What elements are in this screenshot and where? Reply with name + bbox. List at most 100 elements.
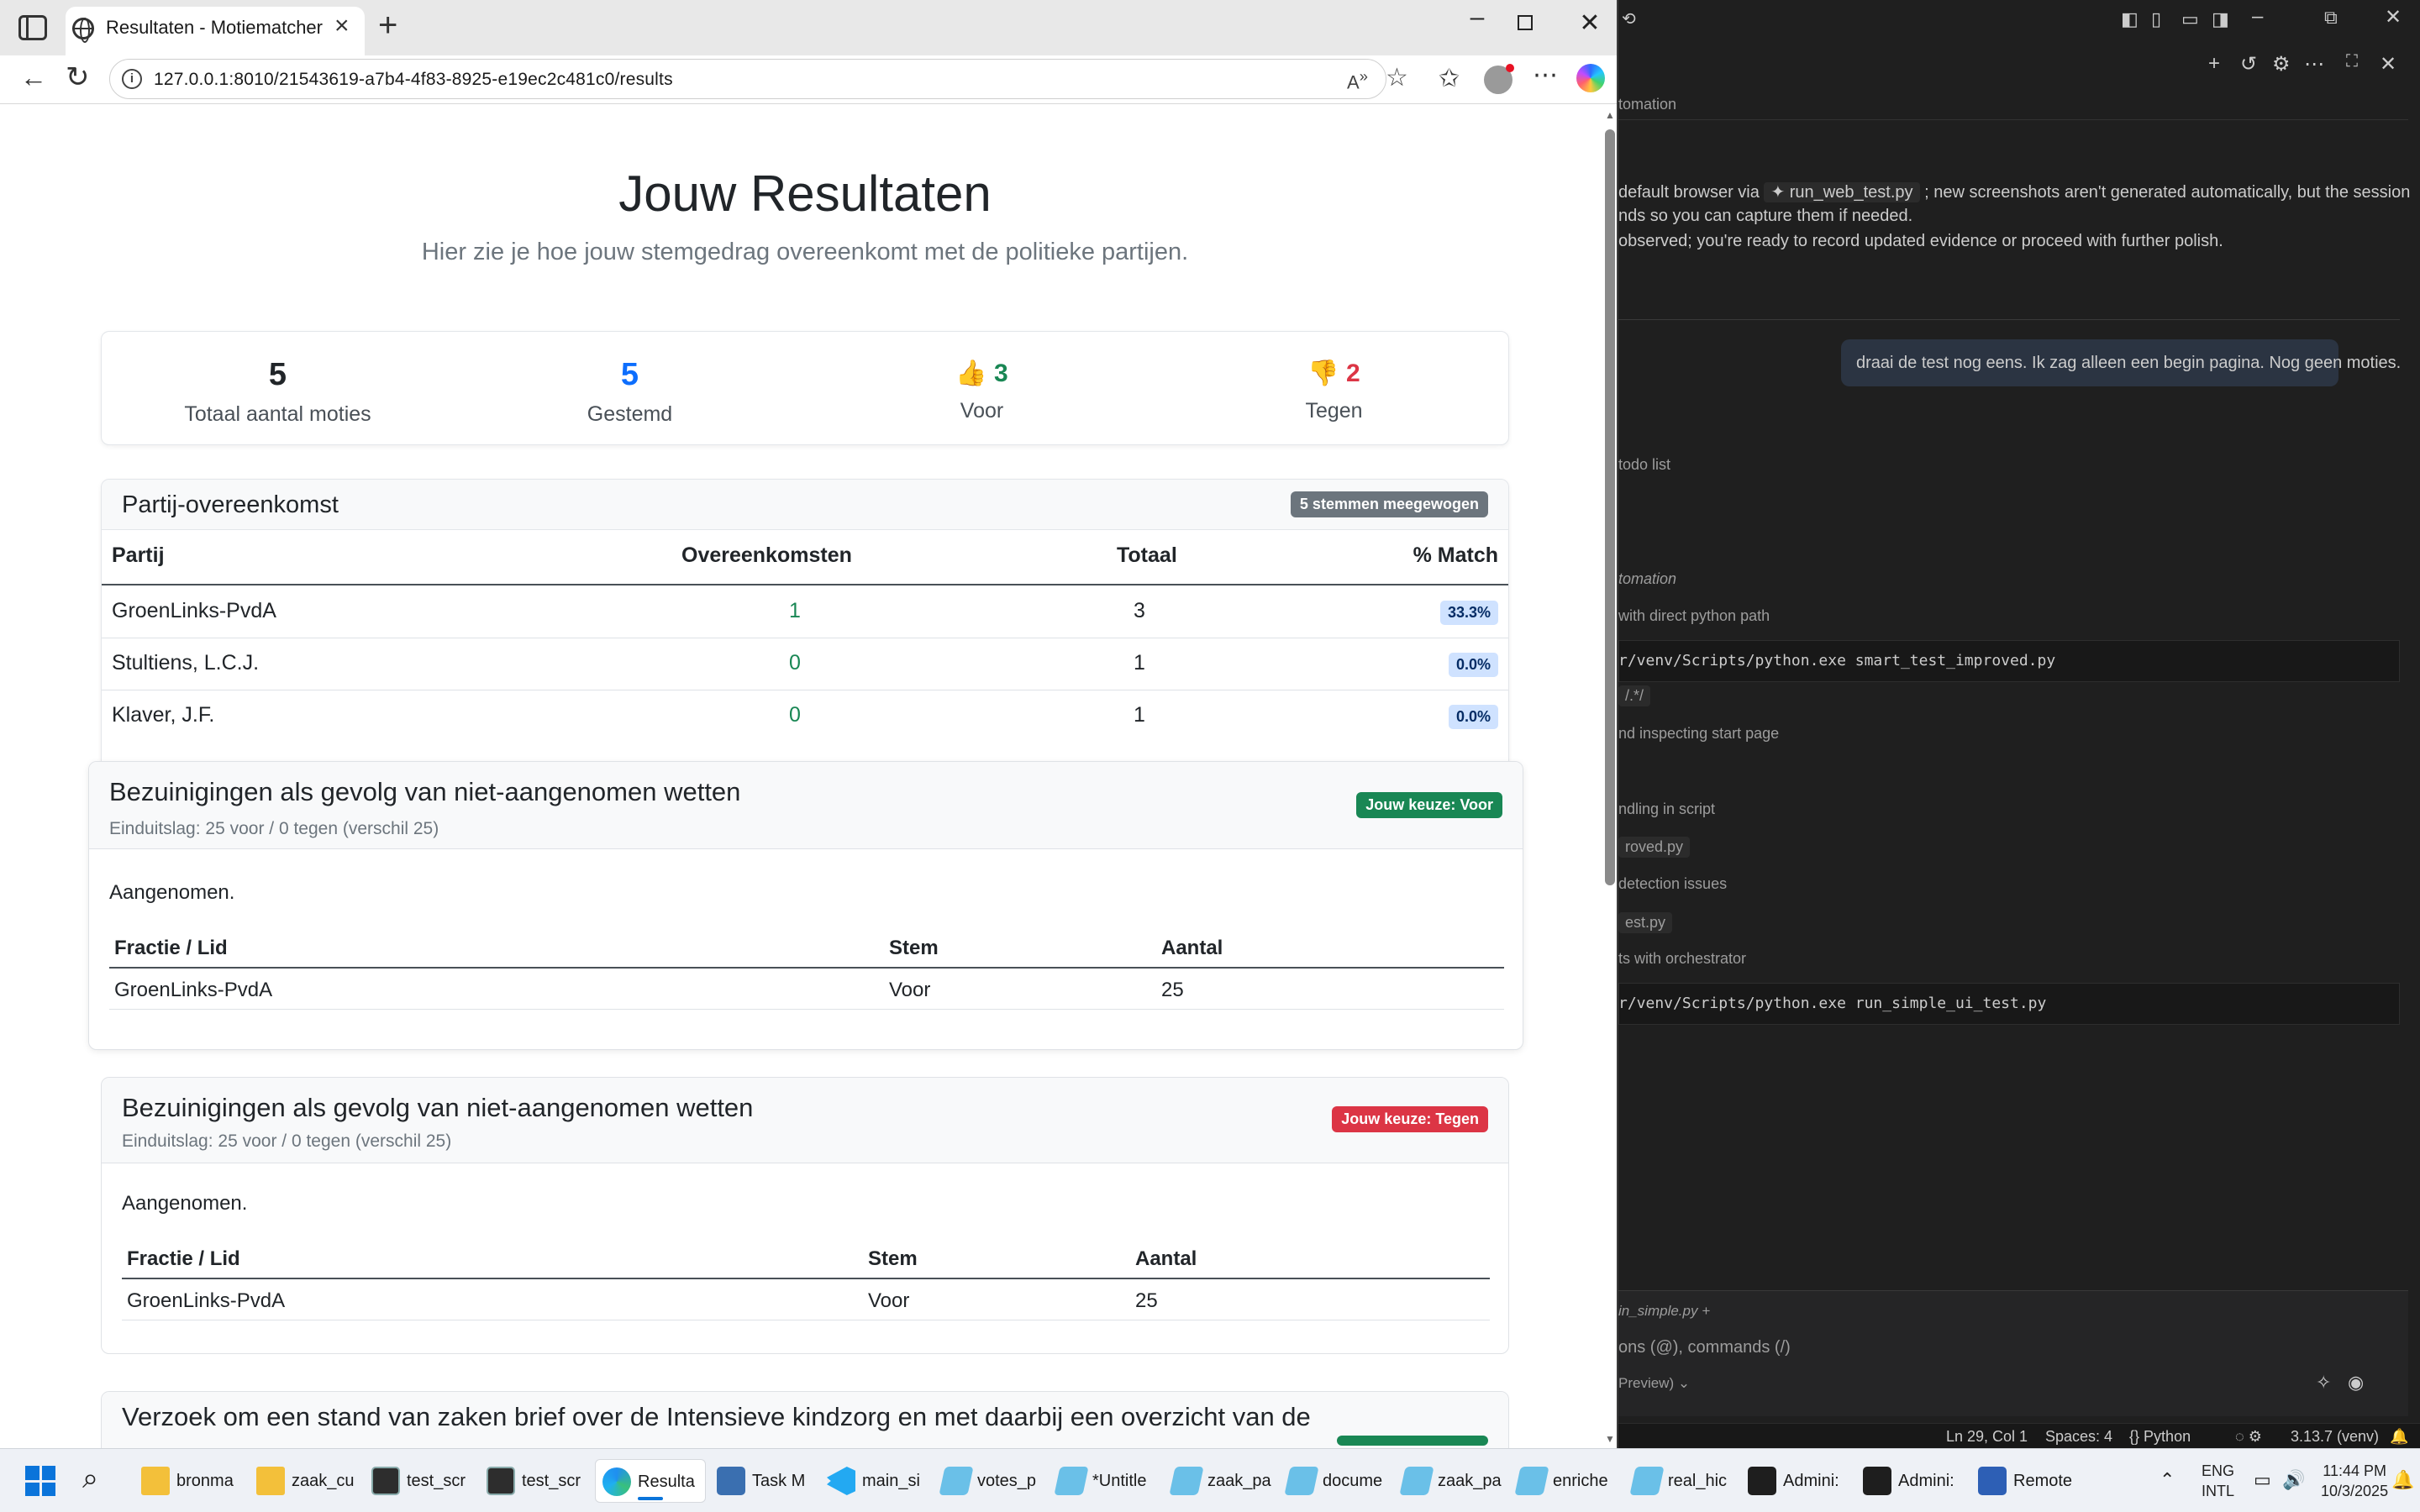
refresh-icon[interactable]: ⟲ [1622, 8, 1636, 29]
window-minimize-icon[interactable]: – [2252, 5, 2263, 29]
tools-icon[interactable]: ✧ [2316, 1372, 2331, 1394]
taskbar-item[interactable]: docume [1281, 1459, 1392, 1503]
folder-icon [256, 1467, 285, 1495]
taskbar-item[interactable]: *Untitle [1050, 1459, 1161, 1503]
vote-fractie: GroenLinks-PvdA [127, 1289, 286, 1312]
taskbar-item[interactable]: votes_p [935, 1459, 1046, 1503]
taskbar-item[interactable]: Task M [710, 1459, 821, 1503]
taskbar-item[interactable]: zaak_pa [1396, 1459, 1507, 1503]
chevron-down-icon[interactable]: ⌄ [1678, 1375, 1690, 1391]
address-bar[interactable]: i 127.0.0.1:8010/21543619-a7b4-4f83-8925… [109, 59, 1408, 99]
volume-icon[interactable]: 🔊 [2282, 1469, 2305, 1491]
window-close-icon[interactable]: ✕ [1573, 8, 1607, 38]
taskbar-item-active[interactable]: Resulta [595, 1459, 706, 1503]
stat-total: 5 Totaal aantal moties [102, 332, 454, 446]
party-matches: 1 [789, 599, 801, 622]
file-chip[interactable]: ✦ run_web_test.py [1764, 182, 1920, 202]
more-menu-icon[interactable]: ⋯ [1533, 60, 1558, 90]
choice-badge: Jouw keuze: Tegen [1332, 1106, 1488, 1132]
notepad-icon [939, 1467, 974, 1495]
notification-bell-icon[interactable]: 🔔 [2391, 1469, 2414, 1491]
window-restore-icon[interactable]: ⧉ [2324, 7, 2338, 29]
mode-select-label[interactable]: Preview) [1618, 1375, 1674, 1391]
favorites-icon[interactable]: ✩ [1439, 64, 1460, 93]
page-scrollbar[interactable]: ▲ ▼ [1600, 104, 1617, 1448]
status-python-version[interactable]: 3.13.7 (venv) [2291, 1428, 2379, 1446]
maximize-icon[interactable]: ⛶ [2346, 52, 2358, 71]
step-label: ndling in script [1618, 801, 1716, 817]
status-indentation[interactable]: Spaces: 4 [2045, 1428, 2112, 1446]
file-chip-label[interactable]: run_web_test.py [1790, 183, 1913, 202]
file-chip[interactable]: roved.py [1618, 837, 1691, 858]
file-chip[interactable]: est.py [1618, 912, 1673, 933]
taskbar-item[interactable]: zaak_cu [250, 1459, 360, 1503]
status-language-label[interactable]: Python [2144, 1428, 2191, 1445]
status-language[interactable]: {} Python [2129, 1428, 2191, 1446]
clock[interactable]: 11:44 PM 10/3/2025 [2321, 1461, 2388, 1501]
info-icon[interactable]: i [122, 69, 142, 89]
tray-chevron-icon[interactable]: ⌃ [2160, 1469, 2175, 1491]
new-chat-icon[interactable]: + [2208, 52, 2220, 76]
assistant-message-line: observed; you're ready to record updated… [1618, 232, 2223, 250]
tab-title: Resultaten - Motiematcher [106, 17, 323, 38]
chat-input-box[interactable]: in_simple.py + ons (@), commands (/) Pre… [1618, 1290, 2408, 1416]
window-close-icon[interactable]: ✕ [2385, 5, 2402, 29]
add-context-icon[interactable]: + [1702, 1303, 1710, 1319]
taskbar-item[interactable]: Admini: [1856, 1459, 1967, 1503]
scroll-down-icon[interactable]: ▼ [1605, 1433, 1615, 1445]
taskbar-item[interactable]: test_scr [365, 1459, 476, 1503]
status-cursor-position[interactable]: Ln 29, Col 1 [1946, 1428, 2028, 1446]
sidebar-toggle-icon[interactable]: ▯ [2151, 8, 2161, 30]
scrollbar-thumb[interactable] [1605, 129, 1615, 885]
mode-select[interactable]: Preview) ⌄ [1618, 1375, 1690, 1392]
layout-toggle-icon[interactable]: ◧ [2121, 8, 2139, 30]
network-icon[interactable]: ▭ [2254, 1469, 2271, 1491]
windows-start-icon[interactable] [25, 1466, 55, 1496]
taskbar-item[interactable]: Remote [1971, 1459, 2082, 1503]
party-name: Stultiens, L.C.J. [112, 651, 260, 675]
search-icon[interactable]: ⌕ [82, 1462, 98, 1495]
col-header-fractie: Fractie / Lid [114, 937, 228, 959]
vote-fractie: GroenLinks-PvdA [114, 979, 273, 1001]
url-text[interactable]: 127.0.0.1:8010/21543619-a7b4-4f83-8925-e… [154, 70, 673, 90]
chat-section-label: tomation [1618, 96, 1677, 113]
favorite-star-icon[interactable]: ☆ [1386, 63, 1408, 92]
tab-close-icon[interactable]: × [334, 12, 350, 40]
browser-toolbar: ← ↻ i 127.0.0.1:8010/21543619-a7b4-4f83-… [0, 55, 1617, 104]
bell-icon[interactable]: 🔔 [2390, 1428, 2408, 1446]
maximize-icon[interactable]: □ [1518, 15, 1533, 30]
taskbar-item[interactable]: Admini: [1741, 1459, 1852, 1503]
taskbar-item[interactable]: test_scr [480, 1459, 591, 1503]
panel-toggle-icon[interactable]: ▭ [2181, 8, 2199, 30]
close-icon[interactable]: ✕ [2380, 52, 2396, 76]
taskbar-item[interactable]: zaak_pa [1165, 1459, 1276, 1503]
copilot-icon[interactable]: . [1576, 64, 1605, 92]
reload-icon[interactable]: ↻ [66, 60, 90, 94]
col-header-matches: Overeenkomsten [681, 543, 852, 567]
more-icon[interactable]: ⋯ [2304, 52, 2324, 76]
taskbar-item[interactable]: main_si [820, 1459, 931, 1503]
minimize-icon[interactable]: – [1460, 3, 1494, 32]
chat-input-placeholder[interactable]: ons (@), commands (/) [1618, 1338, 1791, 1357]
context-file-label[interactable]: in_simple.py [1618, 1303, 1698, 1319]
send-icon[interactable]: ◉ [2348, 1372, 2364, 1394]
tab-actions-icon[interactable] [18, 15, 47, 40]
history-icon[interactable]: ↺ [2240, 52, 2257, 76]
gear-icon[interactable]: ⚙ [2272, 52, 2291, 76]
terminal-command[interactable]: r/venv/Scripts/python.exe run_simple_ui_… [1618, 995, 2046, 1012]
language-indicator[interactable]: ENG INTL [2202, 1461, 2234, 1501]
taskbar-item[interactable]: enriche [1511, 1459, 1622, 1503]
context-file-chip[interactable]: in_simple.py + [1618, 1303, 1710, 1320]
message-divider [1618, 319, 2400, 320]
new-tab-icon[interactable]: + [378, 7, 397, 45]
taskbar: ⌕ bronma zaak_cu test_scr test_scr Resul… [0, 1448, 2420, 1512]
secondary-sidebar-icon[interactable]: ◨ [2212, 8, 2229, 30]
back-arrow-icon[interactable]: ← [20, 62, 47, 93]
terminal-command[interactable]: r/venv/Scripts/python.exe smart_test_imp… [1618, 652, 2055, 669]
vote-stem: Voor [868, 1289, 910, 1312]
taskbar-item[interactable]: bronma [134, 1459, 245, 1503]
taskbar-item[interactable]: real_hic [1626, 1459, 1737, 1503]
pattern-chip[interactable]: /.*/ [1618, 685, 1651, 706]
read-aloud-icon[interactable]: A» [1347, 67, 1368, 93]
scroll-up-icon[interactable]: ▲ [1605, 109, 1615, 121]
